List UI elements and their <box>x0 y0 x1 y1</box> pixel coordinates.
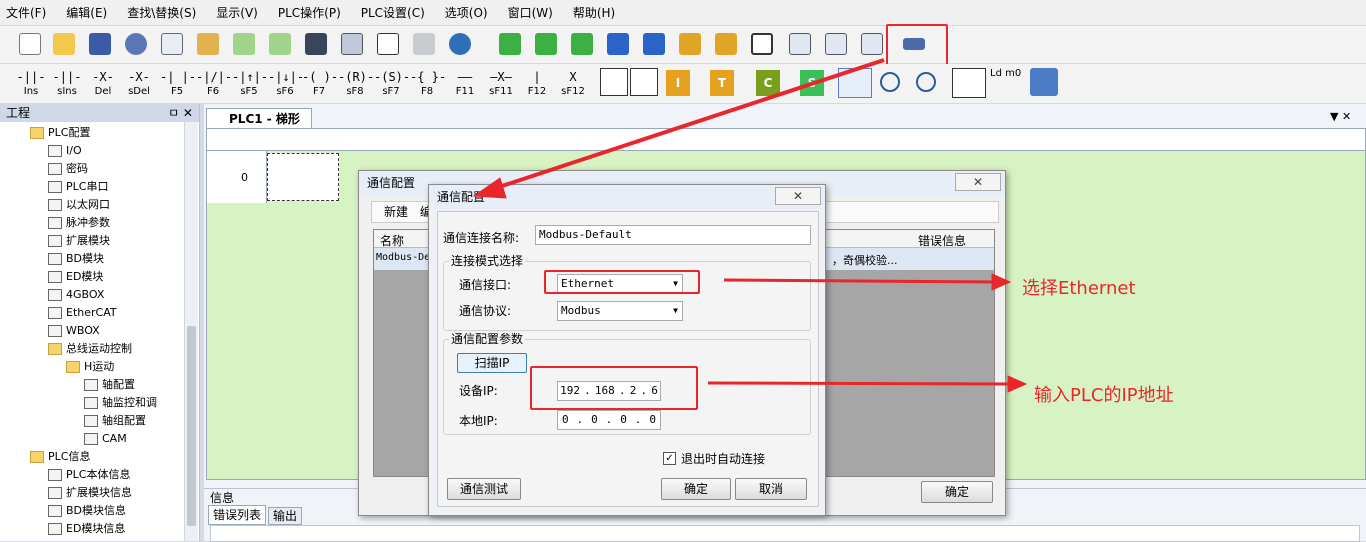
annotation-select-ethernet: 选择Ethernet <box>1022 278 1136 299</box>
annotation-arrows <box>472 58 1028 393</box>
annotation-input-ip: 输入PLC的IP地址 <box>1034 385 1174 406</box>
